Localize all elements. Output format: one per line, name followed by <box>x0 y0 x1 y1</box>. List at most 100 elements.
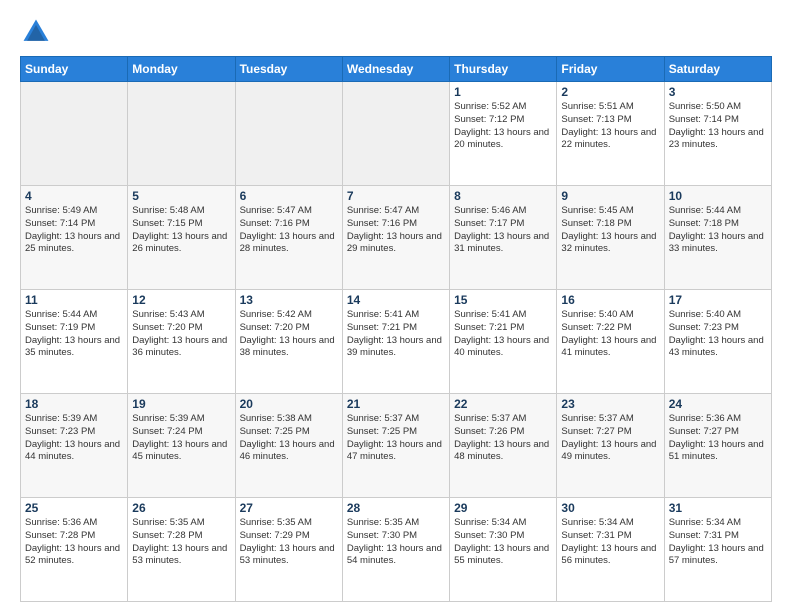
weekday-header: Thursday <box>450 57 557 82</box>
day-info: Sunrise: 5:35 AMSunset: 7:28 PMDaylight:… <box>132 517 230 568</box>
day-info: Sunrise: 5:39 AMSunset: 7:24 PMDaylight:… <box>132 413 230 464</box>
calendar-table: SundayMondayTuesdayWednesdayThursdayFrid… <box>20 56 772 602</box>
day-info: Sunrise: 5:41 AMSunset: 7:21 PMDaylight:… <box>454 309 552 360</box>
day-number: 7 <box>347 189 445 203</box>
calendar-week-row: 4 Sunrise: 5:49 AMSunset: 7:14 PMDayligh… <box>21 186 772 290</box>
calendar-cell: 22 Sunrise: 5:37 AMSunset: 7:26 PMDaylig… <box>450 394 557 498</box>
calendar-cell <box>128 82 235 186</box>
day-number: 20 <box>240 397 338 411</box>
calendar-cell: 28 Sunrise: 5:35 AMSunset: 7:30 PMDaylig… <box>342 498 449 602</box>
day-number: 28 <box>347 501 445 515</box>
calendar-cell: 17 Sunrise: 5:40 AMSunset: 7:23 PMDaylig… <box>664 290 771 394</box>
calendar-cell: 25 Sunrise: 5:36 AMSunset: 7:28 PMDaylig… <box>21 498 128 602</box>
day-number: 19 <box>132 397 230 411</box>
weekday-header: Wednesday <box>342 57 449 82</box>
weekday-header: Monday <box>128 57 235 82</box>
calendar-cell: 8 Sunrise: 5:46 AMSunset: 7:17 PMDayligh… <box>450 186 557 290</box>
day-info: Sunrise: 5:40 AMSunset: 7:23 PMDaylight:… <box>669 309 767 360</box>
weekday-header: Tuesday <box>235 57 342 82</box>
calendar-cell: 7 Sunrise: 5:47 AMSunset: 7:16 PMDayligh… <box>342 186 449 290</box>
calendar-week-row: 1 Sunrise: 5:52 AMSunset: 7:12 PMDayligh… <box>21 82 772 186</box>
day-info: Sunrise: 5:39 AMSunset: 7:23 PMDaylight:… <box>25 413 123 464</box>
day-number: 5 <box>132 189 230 203</box>
day-number: 21 <box>347 397 445 411</box>
day-number: 16 <box>561 293 659 307</box>
calendar-cell: 23 Sunrise: 5:37 AMSunset: 7:27 PMDaylig… <box>557 394 664 498</box>
day-number: 27 <box>240 501 338 515</box>
calendar-cell: 1 Sunrise: 5:52 AMSunset: 7:12 PMDayligh… <box>450 82 557 186</box>
calendar-cell: 26 Sunrise: 5:35 AMSunset: 7:28 PMDaylig… <box>128 498 235 602</box>
calendar-cell: 31 Sunrise: 5:34 AMSunset: 7:31 PMDaylig… <box>664 498 771 602</box>
day-info: Sunrise: 5:40 AMSunset: 7:22 PMDaylight:… <box>561 309 659 360</box>
day-info: Sunrise: 5:37 AMSunset: 7:25 PMDaylight:… <box>347 413 445 464</box>
calendar-cell: 21 Sunrise: 5:37 AMSunset: 7:25 PMDaylig… <box>342 394 449 498</box>
day-info: Sunrise: 5:35 AMSunset: 7:29 PMDaylight:… <box>240 517 338 568</box>
day-info: Sunrise: 5:37 AMSunset: 7:27 PMDaylight:… <box>561 413 659 464</box>
day-number: 13 <box>240 293 338 307</box>
day-number: 14 <box>347 293 445 307</box>
day-number: 9 <box>561 189 659 203</box>
calendar-cell: 15 Sunrise: 5:41 AMSunset: 7:21 PMDaylig… <box>450 290 557 394</box>
calendar-cell <box>21 82 128 186</box>
calendar-cell: 29 Sunrise: 5:34 AMSunset: 7:30 PMDaylig… <box>450 498 557 602</box>
day-number: 6 <box>240 189 338 203</box>
weekday-header-row: SundayMondayTuesdayWednesdayThursdayFrid… <box>21 57 772 82</box>
day-number: 2 <box>561 85 659 99</box>
calendar-cell: 3 Sunrise: 5:50 AMSunset: 7:14 PMDayligh… <box>664 82 771 186</box>
day-info: Sunrise: 5:37 AMSunset: 7:26 PMDaylight:… <box>454 413 552 464</box>
calendar-cell <box>342 82 449 186</box>
day-info: Sunrise: 5:44 AMSunset: 7:18 PMDaylight:… <box>669 205 767 256</box>
calendar-cell: 14 Sunrise: 5:41 AMSunset: 7:21 PMDaylig… <box>342 290 449 394</box>
day-info: Sunrise: 5:34 AMSunset: 7:31 PMDaylight:… <box>561 517 659 568</box>
calendar-week-row: 11 Sunrise: 5:44 AMSunset: 7:19 PMDaylig… <box>21 290 772 394</box>
calendar-cell: 13 Sunrise: 5:42 AMSunset: 7:20 PMDaylig… <box>235 290 342 394</box>
day-number: 12 <box>132 293 230 307</box>
calendar-cell: 18 Sunrise: 5:39 AMSunset: 7:23 PMDaylig… <box>21 394 128 498</box>
day-number: 11 <box>25 293 123 307</box>
page: SundayMondayTuesdayWednesdayThursdayFrid… <box>0 0 792 612</box>
day-number: 29 <box>454 501 552 515</box>
calendar-cell: 20 Sunrise: 5:38 AMSunset: 7:25 PMDaylig… <box>235 394 342 498</box>
calendar-cell: 11 Sunrise: 5:44 AMSunset: 7:19 PMDaylig… <box>21 290 128 394</box>
day-number: 8 <box>454 189 552 203</box>
day-number: 4 <box>25 189 123 203</box>
logo <box>20 16 56 48</box>
calendar-cell: 12 Sunrise: 5:43 AMSunset: 7:20 PMDaylig… <box>128 290 235 394</box>
day-info: Sunrise: 5:47 AMSunset: 7:16 PMDaylight:… <box>240 205 338 256</box>
day-number: 26 <box>132 501 230 515</box>
weekday-header: Friday <box>557 57 664 82</box>
day-info: Sunrise: 5:44 AMSunset: 7:19 PMDaylight:… <box>25 309 123 360</box>
day-info: Sunrise: 5:42 AMSunset: 7:20 PMDaylight:… <box>240 309 338 360</box>
day-info: Sunrise: 5:52 AMSunset: 7:12 PMDaylight:… <box>454 101 552 152</box>
day-info: Sunrise: 5:49 AMSunset: 7:14 PMDaylight:… <box>25 205 123 256</box>
logo-icon <box>20 16 52 48</box>
calendar-cell: 27 Sunrise: 5:35 AMSunset: 7:29 PMDaylig… <box>235 498 342 602</box>
day-info: Sunrise: 5:41 AMSunset: 7:21 PMDaylight:… <box>347 309 445 360</box>
day-number: 18 <box>25 397 123 411</box>
day-number: 23 <box>561 397 659 411</box>
day-number: 31 <box>669 501 767 515</box>
header <box>20 16 772 48</box>
calendar-cell: 10 Sunrise: 5:44 AMSunset: 7:18 PMDaylig… <box>664 186 771 290</box>
calendar-cell: 30 Sunrise: 5:34 AMSunset: 7:31 PMDaylig… <box>557 498 664 602</box>
calendar-cell: 19 Sunrise: 5:39 AMSunset: 7:24 PMDaylig… <box>128 394 235 498</box>
day-info: Sunrise: 5:47 AMSunset: 7:16 PMDaylight:… <box>347 205 445 256</box>
weekday-header: Sunday <box>21 57 128 82</box>
calendar-cell: 6 Sunrise: 5:47 AMSunset: 7:16 PMDayligh… <box>235 186 342 290</box>
weekday-header: Saturday <box>664 57 771 82</box>
day-info: Sunrise: 5:38 AMSunset: 7:25 PMDaylight:… <box>240 413 338 464</box>
calendar-cell <box>235 82 342 186</box>
day-number: 1 <box>454 85 552 99</box>
calendar-week-row: 25 Sunrise: 5:36 AMSunset: 7:28 PMDaylig… <box>21 498 772 602</box>
day-number: 15 <box>454 293 552 307</box>
calendar-cell: 9 Sunrise: 5:45 AMSunset: 7:18 PMDayligh… <box>557 186 664 290</box>
day-number: 10 <box>669 189 767 203</box>
day-info: Sunrise: 5:45 AMSunset: 7:18 PMDaylight:… <box>561 205 659 256</box>
day-number: 25 <box>25 501 123 515</box>
day-info: Sunrise: 5:36 AMSunset: 7:27 PMDaylight:… <box>669 413 767 464</box>
day-info: Sunrise: 5:48 AMSunset: 7:15 PMDaylight:… <box>132 205 230 256</box>
day-number: 22 <box>454 397 552 411</box>
day-number: 17 <box>669 293 767 307</box>
calendar-cell: 2 Sunrise: 5:51 AMSunset: 7:13 PMDayligh… <box>557 82 664 186</box>
day-info: Sunrise: 5:46 AMSunset: 7:17 PMDaylight:… <box>454 205 552 256</box>
